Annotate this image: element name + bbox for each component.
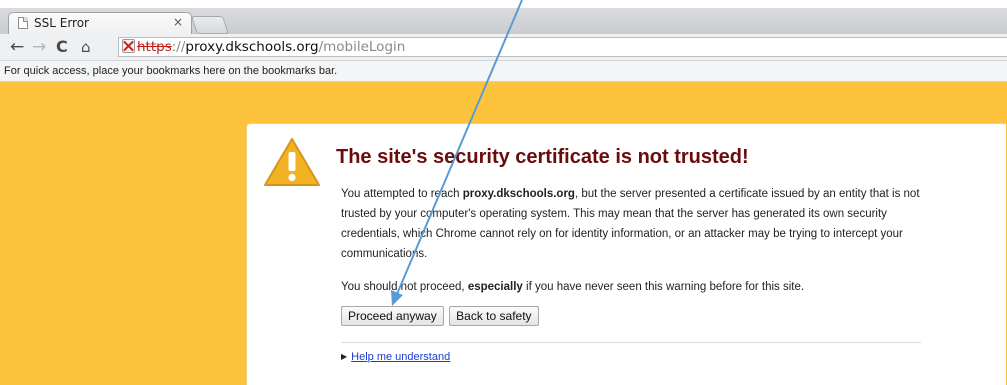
advice-paragraph: You should not proceed, especially if yo…: [341, 277, 936, 297]
tab-title: SSL Error: [34, 16, 89, 30]
bookmarks-bar: For quick access, place your bookmarks h…: [0, 61, 1007, 82]
back-arrow-icon[interactable]: ←: [10, 37, 24, 57]
divider: [341, 342, 921, 343]
bookmarks-bar-message: For quick access, place your bookmarks h…: [4, 65, 338, 77]
title-bar: SSL Error ×: [0, 8, 1007, 34]
url-path: /mobileLogin: [318, 39, 406, 55]
page-icon: [18, 17, 28, 29]
ssl-warning-card: The site's security certificate is not t…: [246, 123, 1006, 385]
reload-icon[interactable]: C: [56, 37, 68, 57]
advice-emphasis: especially: [467, 281, 523, 293]
proceed-anyway-button[interactable]: Proceed anyway: [341, 306, 444, 326]
explanation-text-start: You attempted to reach: [341, 188, 463, 200]
address-bar[interactable]: https://proxy.dkschools.org/mobileLogin: [118, 37, 1007, 57]
broken-lock-icon[interactable]: [122, 39, 135, 53]
back-to-safety-button[interactable]: Back to safety: [449, 306, 539, 326]
close-icon[interactable]: ×: [173, 15, 183, 29]
explanation-paragraph: You attempted to reach proxy.dkschools.o…: [341, 184, 936, 264]
page-title: The site's security certificate is not t…: [336, 146, 749, 168]
url-separator: ://: [171, 39, 186, 55]
forward-arrow-icon[interactable]: →: [32, 37, 46, 57]
tab-ssl-error[interactable]: SSL Error ×: [8, 12, 192, 34]
warning-body: You attempted to reach proxy.dkschools.o…: [341, 184, 936, 310]
new-tab-button[interactable]: [191, 16, 229, 34]
caption-strip: [0, 0, 1007, 8]
help-section: ▶ Help me understand: [341, 351, 450, 363]
advice-text-start: You should not proceed,: [341, 281, 468, 293]
button-row: Proceed anyway Back to safety: [341, 306, 540, 326]
help-me-understand-link[interactable]: Help me understand: [351, 351, 450, 363]
disclosure-triangle-icon[interactable]: ▶: [341, 352, 347, 361]
warning-triangle-icon: [264, 138, 320, 186]
browser-toolbar: ← → C ⌂ https://proxy.dkschools.org/mobi…: [0, 34, 1007, 61]
page-content: The site's security certificate is not t…: [0, 82, 1007, 385]
url-host: proxy.dkschools.org: [185, 39, 319, 55]
explanation-host: proxy.dkschools.org: [462, 188, 575, 200]
advice-text-end: if you have never seen this warning befo…: [522, 281, 805, 293]
home-icon[interactable]: ⌂: [81, 37, 91, 57]
url-scheme: https: [137, 39, 172, 55]
